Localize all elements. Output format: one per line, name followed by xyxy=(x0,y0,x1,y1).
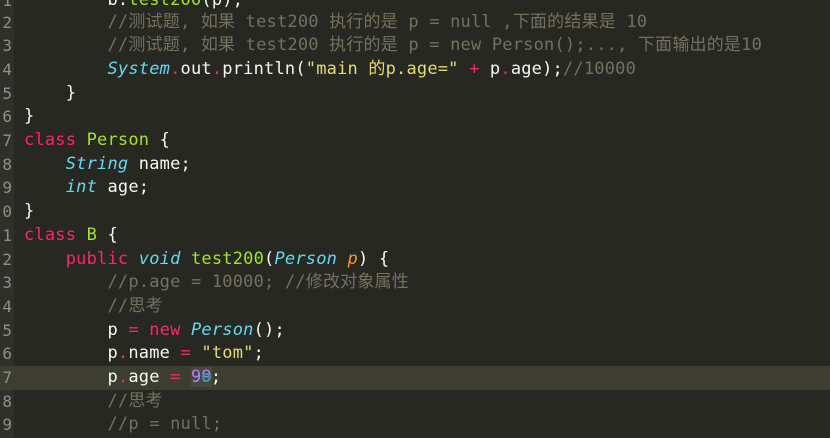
line-number: 1 xyxy=(2,226,12,245)
comment-text: //思考 xyxy=(24,296,163,316)
code-text: public void test200(Person p) { xyxy=(65,249,390,269)
line-number: 7 xyxy=(2,131,12,150)
code-line[interactable]: 4 System.out.println("main 的p.age=" + p.… xyxy=(0,58,830,82)
line-number: 2 xyxy=(2,13,12,32)
line-number: 9 xyxy=(2,178,12,197)
line-number: 6 xyxy=(2,344,12,363)
code-text: class B { xyxy=(24,225,118,245)
code-line[interactable]: 8 String name; xyxy=(0,153,830,177)
comment-text: //p = null; xyxy=(24,414,223,434)
code-text: } xyxy=(24,83,77,103)
comment-text: //测试题, 如果 test200 执行的是 p = null ,下面的结果是 … xyxy=(24,12,648,32)
code-text: System.out.println("main 的p.age=" + p.ag… xyxy=(107,59,637,79)
code-text: int age; xyxy=(65,177,150,197)
current-code-line[interactable]: 7 p.age = 99; xyxy=(0,366,830,390)
line-number: 5 xyxy=(2,84,12,103)
code-text: p.age = 99; xyxy=(24,367,222,387)
line-number: 8 xyxy=(2,392,12,411)
comment-text: //思考 xyxy=(24,391,163,411)
code-line[interactable]: 2 public void test200(Person p) { xyxy=(0,248,830,272)
code-line[interactable]: 6 p.name = "tom"; xyxy=(0,342,830,366)
line-number: 3 xyxy=(2,273,12,292)
line-number: 8 xyxy=(2,155,12,174)
code-line[interactable]: 2 //测试题, 如果 test200 执行的是 p = null ,下面的结果… xyxy=(0,11,830,35)
comment-text: //p.age = 10000; //修改对象属性 xyxy=(24,272,409,292)
code-line[interactable]: 3 //测试题, 如果 test200 执行的是 p = new Person(… xyxy=(0,34,830,58)
comment-text: //测试题, 如果 test200 执行的是 p = new Person();… xyxy=(24,35,763,55)
code-line[interactable]: 3 //p.age = 10000; //修改对象属性 xyxy=(0,271,830,295)
code-line[interactable]: 9 //p = null; xyxy=(0,413,830,437)
line-number: 6 xyxy=(2,107,12,126)
code-line[interactable]: 6 } xyxy=(0,105,830,129)
code-line[interactable]: 9 int age; xyxy=(0,176,830,200)
code-text: p = new Person(); xyxy=(24,320,285,340)
code-line[interactable]: 5 p = new Person(); xyxy=(0,319,830,343)
line-number: 3 xyxy=(2,36,12,55)
line-number: 2 xyxy=(2,250,12,269)
line-number: 9 xyxy=(2,415,12,434)
code-line[interactable]: 0 } xyxy=(0,200,830,224)
code-text: } xyxy=(24,201,35,221)
line-number: 5 xyxy=(2,321,12,340)
code-line[interactable]: 1 class B { xyxy=(0,224,830,248)
line-number: 0 xyxy=(2,202,12,221)
line-number: 7 xyxy=(2,368,12,387)
code-line[interactable]: 4 //思考 xyxy=(0,295,830,319)
code-line[interactable]: 8 //思考 xyxy=(0,390,830,414)
code-line[interactable]: 5 } xyxy=(0,82,830,106)
code-editor[interactable]: 1 b.test200(p); 2 //测试题, 如果 test200 执行的是… xyxy=(0,0,830,438)
line-number: 4 xyxy=(2,60,12,79)
line-number: 4 xyxy=(2,297,12,316)
code-text: p.name = "tom"; xyxy=(24,343,265,363)
code-text: class Person { xyxy=(24,130,171,150)
code-line[interactable]: 7 class Person { xyxy=(0,129,830,153)
text-cursor-icon xyxy=(201,372,211,382)
code-text: } xyxy=(24,106,35,126)
code-text: String name; xyxy=(65,154,191,174)
